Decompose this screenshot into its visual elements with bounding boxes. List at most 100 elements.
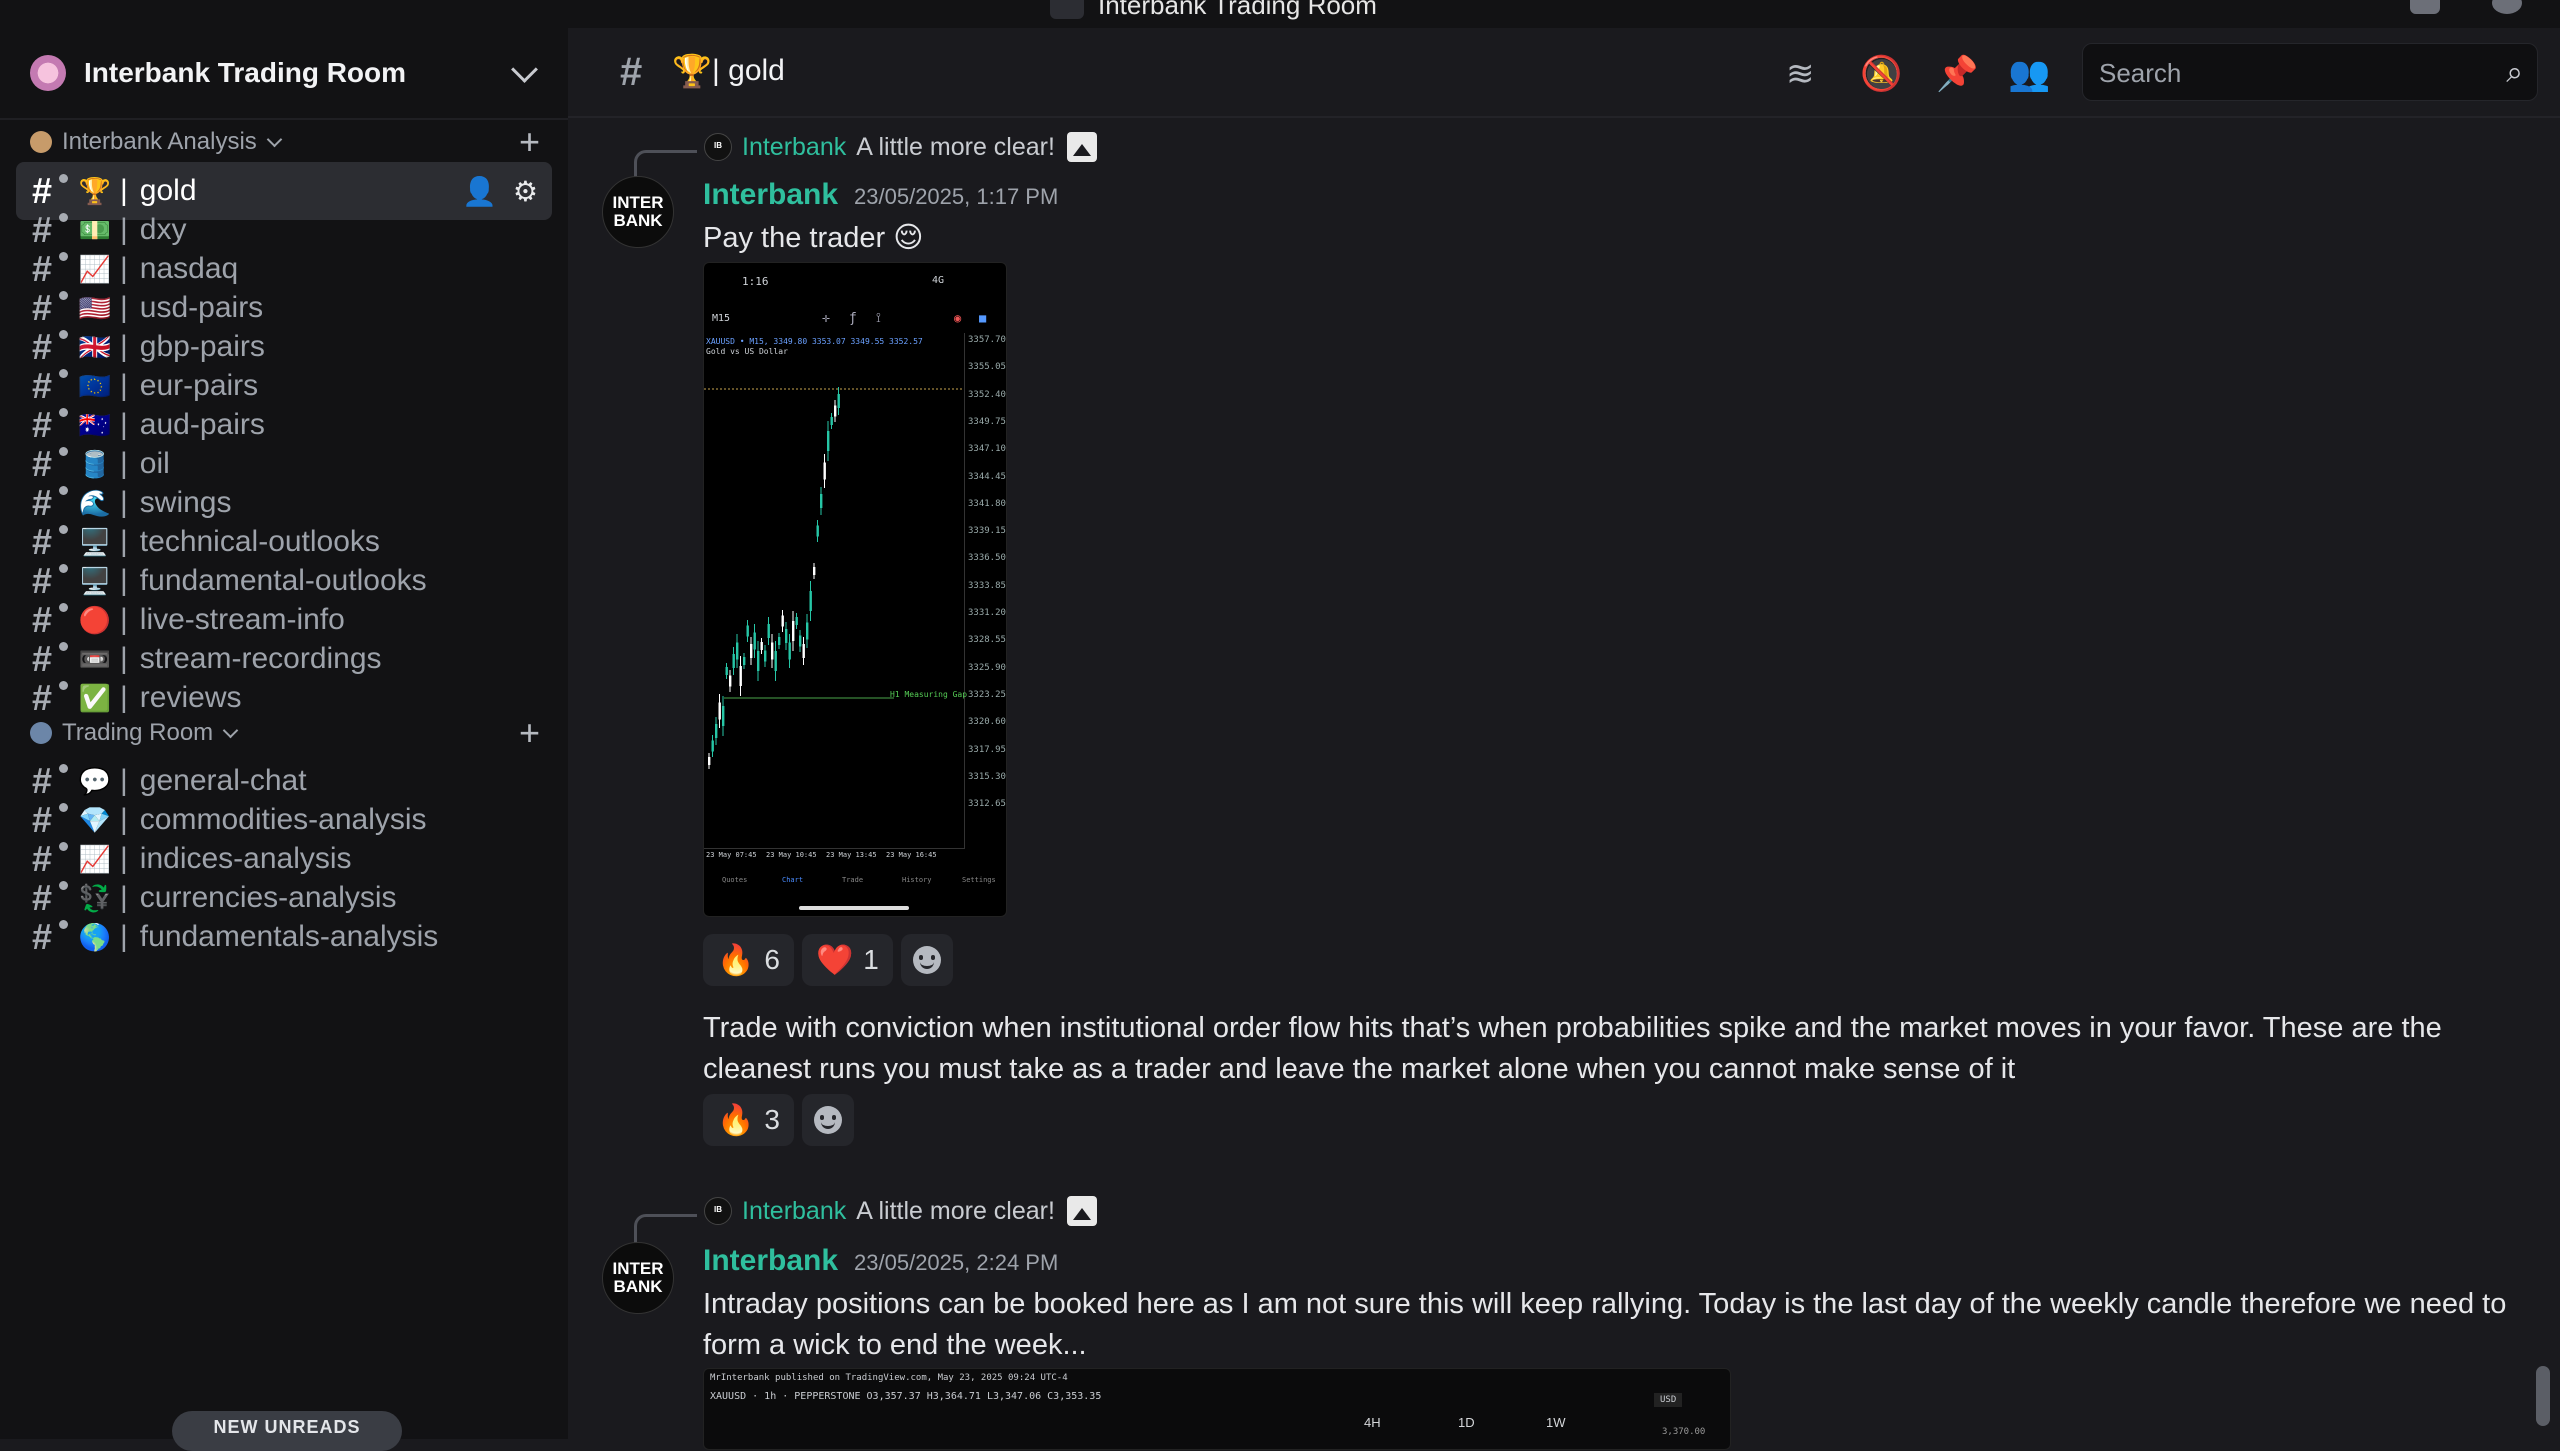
candle-body (725, 667, 728, 675)
scrollbar[interactable] (2536, 1366, 2550, 1426)
phone-status-time: 1:16 (742, 275, 769, 288)
tv-published: MrInterbank published on TradingView.com… (710, 1373, 1068, 1383)
channel-item-fundamentals-analysis[interactable]: # 🌎 | fundamentals-analysis (16, 908, 552, 966)
heart-emoji: ❤️ (815, 943, 854, 977)
reaction-fire[interactable]: 🔥 6 (703, 934, 794, 986)
candle-body (792, 621, 795, 641)
add-channel-icon[interactable]: + (519, 713, 540, 753)
reaction-fire[interactable]: 🔥 3 (703, 1094, 794, 1146)
inbox-icon[interactable] (2410, 0, 2440, 14)
channel-header: # 🏆 | gold ≋ 🔕 📌 👥 Search ⌕ (568, 28, 2560, 118)
avatar[interactable]: INTER BANK (602, 176, 674, 248)
reaction-heart[interactable]: ❤️ 1 (801, 934, 893, 986)
candle-body (809, 591, 812, 611)
member-list-icon[interactable]: 👥 (2008, 54, 2050, 94)
divider (0, 118, 568, 120)
tv-timeframe: 1D (1458, 1415, 1475, 1430)
candle-body (760, 642, 763, 650)
candle-body (753, 632, 756, 650)
phone-tab-trade[interactable]: Trade (842, 876, 863, 884)
search-input[interactable]: Search ⌕ (2082, 43, 2538, 101)
speaking-head-icon (30, 722, 52, 744)
add-channel-icon[interactable]: + (519, 122, 540, 162)
hashtag-icon: # (620, 50, 643, 94)
price-tick-label: 3336.50 (968, 553, 1006, 564)
app-icon (1050, 0, 1084, 19)
reaction-count: 6 (764, 944, 780, 975)
candle-body (823, 462, 826, 480)
tv-currency: USD (1654, 1393, 1683, 1407)
server-name: Interbank Trading Room (84, 57, 407, 88)
reply-preview[interactable]: IB Interbank A little more clear! (704, 132, 1097, 162)
channel-title-name: gold (728, 54, 785, 87)
reply-connector (634, 1214, 697, 1243)
avatar-text: INTER BANK (612, 193, 664, 230)
reply-connector (634, 150, 697, 179)
category-trading-room[interactable]: Trading Room + (30, 713, 540, 753)
category-interbank-analysis[interactable]: Interbank Analysis + (30, 122, 540, 162)
smiley-icon (813, 1106, 842, 1134)
candle-body (827, 431, 830, 451)
candle-body (802, 644, 805, 658)
search-placeholder: Search (2099, 58, 2182, 88)
chat-area: # 🏆 | gold ≋ 🔕 📌 👥 Search ⌕ IB Interbank… (568, 28, 2560, 1450)
avatar: IB (704, 1197, 732, 1225)
price-tick-label: 3349.75 (968, 416, 1006, 427)
reply-author[interactable]: Interbank (742, 133, 846, 162)
tv-price: 3,370.00 (1662, 1427, 1706, 1437)
add-reaction-button[interactable] (900, 934, 953, 986)
channel-name: fundamentals-analysis (139, 920, 439, 953)
price-tick-label: 3325.90 (968, 662, 1006, 673)
message-author[interactable]: Interbank (703, 1244, 838, 1278)
message-header: Interbank 23/05/2025, 2:24 PM (703, 1244, 1058, 1278)
attached-image-tradingview[interactable]: MrInterbank published on TradingView.com… (703, 1368, 1731, 1450)
new-unreads-pill[interactable]: NEW UNREADS (172, 1411, 402, 1451)
chevron-down-icon[interactable] (511, 56, 538, 83)
channel-emoji: ✅ (78, 682, 112, 713)
message-author[interactable]: Interbank (703, 178, 838, 212)
candle-body (711, 740, 714, 752)
price-tick-label: 3317.95 (968, 744, 1006, 755)
phone-tab-chart[interactable]: Chart (782, 876, 803, 884)
reply-author[interactable]: Interbank (742, 1197, 846, 1226)
reply-text: A little more clear! (856, 1196, 1055, 1225)
candle-body (816, 525, 819, 537)
threads-icon[interactable]: ≋ (1786, 54, 1815, 94)
phone-tab-settings[interactable]: Settings (962, 876, 996, 884)
candle-body (708, 757, 711, 765)
candle-body (820, 494, 823, 508)
objects-icon: ⟟ (876, 311, 881, 326)
account-icon: ■ (979, 311, 987, 325)
category-label: Trading Room (62, 719, 214, 746)
candle-body (767, 624, 770, 638)
crosshair-icon: ✛ (822, 311, 830, 326)
attached-image-chart[interactable]: 1:16 4G M15 ✛ ƒ ⟟ ◉ ■ XAUUSD • M15, 3349… (703, 262, 1007, 917)
fire-emoji: 🔥 (717, 1103, 755, 1137)
candle-body (743, 657, 746, 665)
avatar: IB (704, 133, 732, 161)
channel-name: reviews (139, 681, 242, 714)
help-icon[interactable] (2492, 0, 2522, 14)
candle-body (746, 625, 749, 637)
avatar[interactable]: INTER BANK (602, 1242, 674, 1314)
tv-timeframe: 4H (1364, 1415, 1381, 1430)
reply-preview[interactable]: IB Interbank A little more clear! (704, 1196, 1097, 1226)
channel-separator: | (120, 681, 128, 714)
notification-bell-muted-icon[interactable]: 🔕 (1860, 54, 1902, 94)
candle-body (757, 651, 760, 671)
phone-tab-history[interactable]: History (902, 876, 932, 884)
tv-timeframe: 1W (1546, 1415, 1566, 1430)
eye-icon (30, 131, 52, 153)
candle-body (781, 615, 784, 627)
candle-body (834, 405, 837, 417)
channel-title: | gold (712, 54, 785, 88)
phone-tab-quotes[interactable]: Quotes (722, 876, 747, 884)
candle-body (774, 651, 777, 671)
price-tick-label: 3323.25 (968, 689, 1006, 700)
image-icon (1066, 1196, 1097, 1226)
message-text: Pay the trader 😌 (703, 222, 924, 254)
pin-icon[interactable]: 📌 (1936, 54, 1978, 94)
add-reaction-button[interactable] (801, 1094, 854, 1146)
candle-body (837, 394, 840, 408)
server-header[interactable]: Interbank Trading Room (0, 28, 568, 118)
